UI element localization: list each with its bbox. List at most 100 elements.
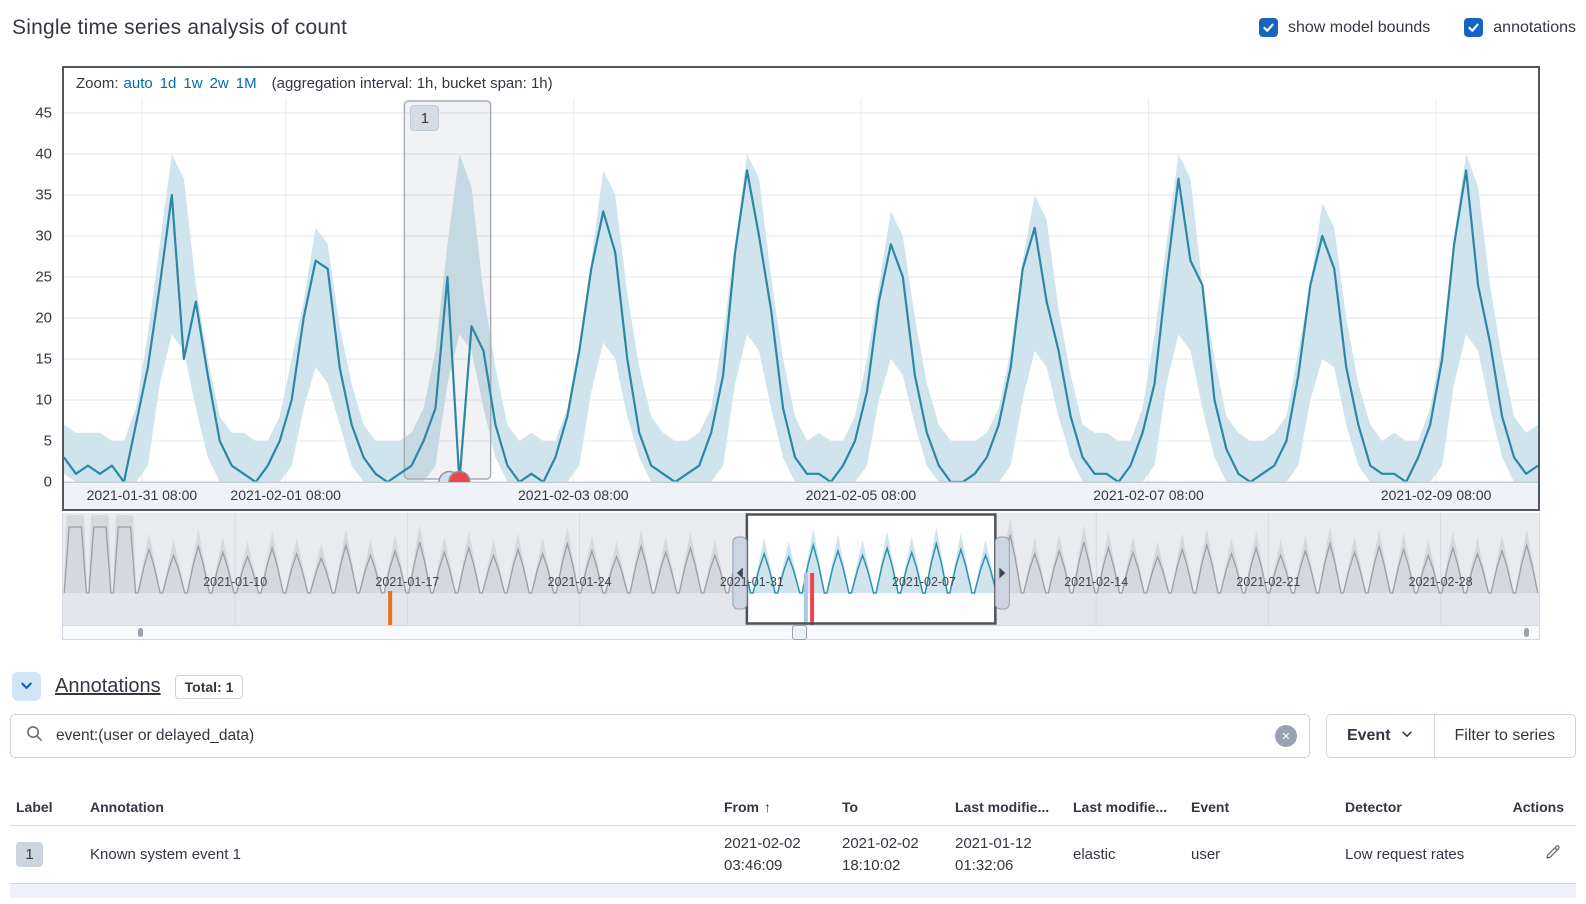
scrollbar-right-pill[interactable] (1524, 628, 1529, 637)
header-row: Single time series analysis of count sho… (12, 16, 1576, 52)
column-header-label: From (724, 797, 759, 817)
focus-chart: Zoom: auto 1d 1w 2w 1M (aggregation interval… (62, 66, 1540, 511)
checkbox-annotations[interactable]: annotations (1464, 18, 1576, 37)
y-axis-tick-10: 10 (35, 392, 52, 409)
event-filter-dropdown[interactable]: Event (1327, 715, 1434, 757)
context-chart-area: 2021-01-102021-01-172021-01-242021-01-31… (62, 513, 1540, 640)
event-filter-label: Event (1347, 727, 1391, 745)
y-axis-tick-0: 0 (44, 474, 52, 491)
checkbox-checked-icon (1259, 18, 1278, 37)
chart-options: show model bounds annotations (1259, 16, 1576, 37)
selection-right-handle[interactable] (995, 537, 1009, 609)
collapse-annotations-button[interactable] (12, 672, 41, 701)
y-axis: 454035302520151050 (10, 66, 62, 510)
cell-event: user (1191, 844, 1345, 866)
cell-to: 2021-02-02 18:10:02 (842, 833, 955, 877)
chevron-down-icon (1400, 727, 1414, 746)
column-header-label: Last modifie... (955, 797, 1049, 817)
page-title: Single time series analysis of count (12, 16, 347, 40)
annotations-header: Annotations Total: 1 (12, 672, 1576, 701)
x-axis-tick: 2021-01-31 08:00 (87, 487, 198, 503)
single-metric-viewer: Single time series analysis of count sho… (0, 0, 1586, 898)
x-axis-tick: 2021-02-07 08:00 (1093, 487, 1204, 503)
context-chart-svg (63, 513, 1539, 625)
search-icon (25, 724, 44, 748)
zoom-link-1M[interactable]: 1M (236, 75, 257, 92)
cell-modified_by: elastic (1073, 844, 1191, 866)
cell-label: 1 (16, 842, 90, 867)
column-header-label: Event (1191, 797, 1229, 817)
checkbox-label: annotations (1493, 19, 1576, 37)
x-axis: 2021-01-31 08:00 2021-02-01 08:00 2021-02-… (64, 482, 1538, 509)
zoom-label: Zoom: (76, 75, 119, 92)
column-header-detector[interactable]: Detector (1345, 797, 1510, 817)
cell-annotation: Known system event 1 (90, 844, 724, 866)
zoom-links: auto 1d 1w 2w 1M (124, 75, 257, 92)
search-input[interactable] (54, 726, 1265, 746)
x-axis-tick: 2021-02-01 08:00 (230, 487, 341, 503)
cell-actions (1542, 841, 1576, 868)
close-icon: ✕ (1281, 730, 1290, 743)
y-axis-tick-30: 30 (35, 228, 52, 245)
context-annotation-marker[interactable] (810, 573, 814, 625)
table-row: 1 Known system event 12021-02-02 03:46:09… (10, 826, 1576, 884)
cell-from: 2021-02-02 03:46:09 (724, 833, 842, 877)
x-axis-tick: 2021-02-05 08:00 (806, 487, 917, 503)
aggregation-info: (aggregation interval: 1h, bucket span: … (272, 75, 553, 92)
edit-annotation-button[interactable] (1542, 841, 1564, 866)
annotation-label-badge[interactable]: 1 (410, 105, 439, 131)
scrollbar-left-pill[interactable] (138, 628, 143, 637)
focus-plot-svg (64, 98, 1538, 482)
zoom-controls: Zoom: auto 1d 1w 2w 1M (aggregation interval… (64, 68, 1538, 98)
column-header-event[interactable]: Event (1191, 797, 1345, 817)
annotations-search-box[interactable]: ✕ (10, 714, 1310, 758)
y-axis-tick-35: 35 (35, 187, 52, 204)
scrollbar-drag-handle[interactable] (792, 625, 807, 640)
zoom-link-1d[interactable]: 1d (160, 75, 177, 92)
checkbox-checked-icon (1464, 18, 1483, 37)
context-annotation-marker[interactable] (804, 573, 808, 625)
chevron-down-icon (19, 678, 34, 696)
column-header-label: To (842, 797, 858, 817)
focus-plot[interactable]: 1 (64, 98, 1538, 482)
zoom-link-2w[interactable]: 2w (210, 75, 229, 92)
selection-left-handle[interactable] (733, 537, 747, 609)
annotations-toolbar: ✕ Event Filter to series (10, 714, 1576, 758)
column-header-label: Label (16, 797, 53, 817)
zoom-link-auto[interactable]: auto (124, 75, 153, 92)
checkbox-show-model-bounds[interactable]: show model bounds (1259, 18, 1430, 37)
annotations-title: Annotations (55, 675, 161, 698)
column-header-label: Last modifie... (1073, 797, 1167, 817)
table-header-row: LabelAnnotationFrom↑ToLast modifie...Las… (10, 790, 1576, 826)
y-axis-tick-25: 25 (35, 269, 52, 286)
row-label-badge: 1 (16, 842, 43, 867)
context-chart[interactable]: 2021-01-102021-01-172021-01-242021-01-31… (63, 513, 1539, 625)
column-header-annotation[interactable]: Annotation (90, 797, 724, 817)
total-badge: Total: 1 (175, 675, 244, 699)
column-header-to[interactable]: To (842, 797, 955, 817)
pencil-icon (1544, 849, 1562, 864)
column-header-modified_at[interactable]: Last modifie... (955, 797, 1073, 817)
sort-ascending-icon: ↑ (764, 797, 771, 817)
context-scrollbar[interactable] (63, 625, 1539, 640)
cell-modified_at: 2021-01-12 01:32:06 (955, 833, 1073, 877)
zoom-link-1w[interactable]: 1w (183, 75, 202, 92)
column-header-actions[interactable]: Actions (1513, 797, 1576, 817)
table-footer (10, 884, 1576, 898)
filter-button-group: Event Filter to series (1326, 714, 1576, 758)
cell-detector: Low request rates (1345, 844, 1510, 866)
context-annotation-marker[interactable] (388, 591, 392, 625)
column-header-label[interactable]: Label (16, 797, 90, 817)
x-axis-tick: 2021-02-09 08:00 (1381, 487, 1492, 503)
column-header-label: Detector (1345, 797, 1402, 817)
column-header-modified_by[interactable]: Last modifie... (1073, 797, 1191, 817)
column-header-from[interactable]: From↑ (724, 797, 842, 817)
clear-search-button[interactable]: ✕ (1275, 725, 1297, 747)
column-header-label: Actions (1513, 797, 1564, 817)
focus-chart-area: 454035302520151050 Zoom: auto1d1w2w1M (a… (10, 66, 1540, 511)
x-axis-tick: 2021-02-03 08:00 (518, 487, 629, 503)
column-header-label: Annotation (90, 797, 164, 817)
y-axis-tick-45: 45 (35, 105, 52, 122)
filter-to-series-button[interactable]: Filter to series (1435, 715, 1575, 757)
y-axis-tick-40: 40 (35, 146, 52, 163)
